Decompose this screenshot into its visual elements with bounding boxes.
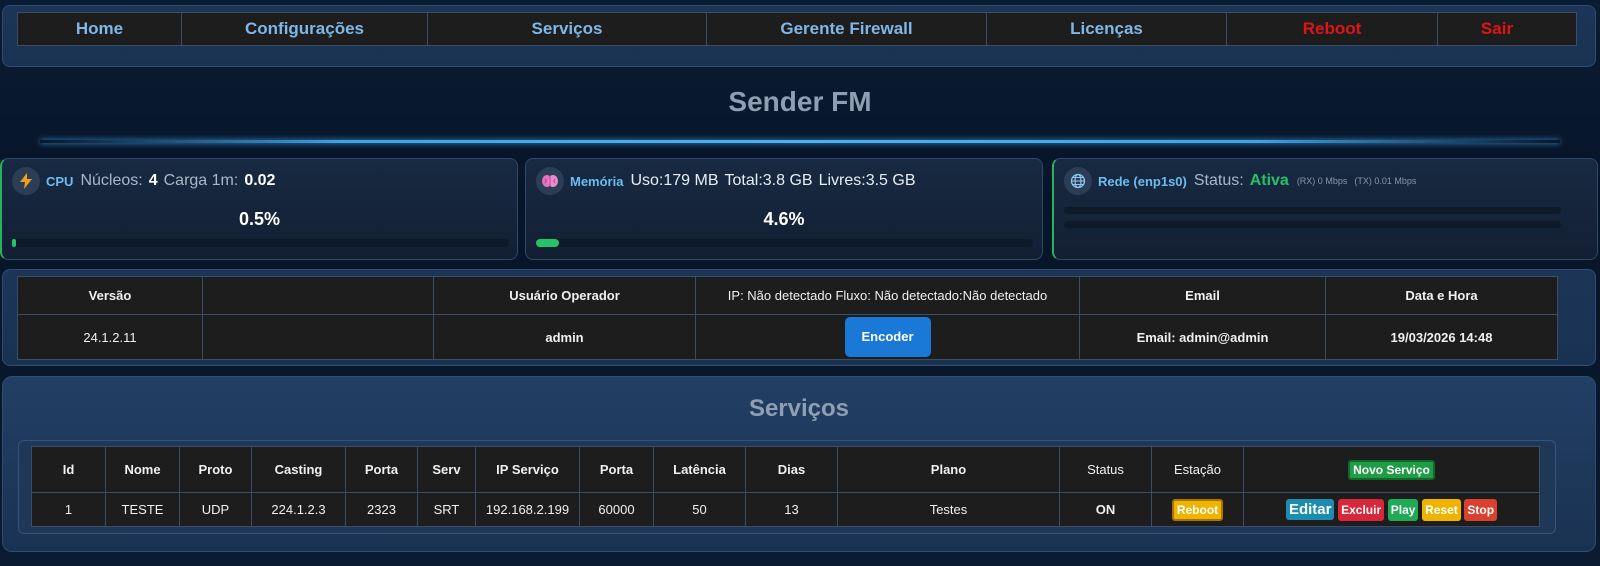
encoder-button[interactable]: Encoder bbox=[844, 317, 931, 357]
memory-percent: 4.6% bbox=[763, 209, 805, 229]
services-table-wrapper: Id Nome Proto Casting Porta Serv IP Serv… bbox=[18, 440, 1556, 534]
row-ip: 192.168.2.199 bbox=[475, 492, 580, 527]
network-rx: (RX) 0 Mbps bbox=[1296, 176, 1348, 186]
row-casting: 224.1.2.3 bbox=[251, 492, 346, 527]
memory-card: Memória Uso:179 MB Total:3.8 GB Livres:3… bbox=[525, 158, 1043, 260]
row-proto: UDP bbox=[179, 492, 252, 527]
row-porta: 2323 bbox=[345, 492, 418, 527]
cpu-load-label: Carga 1m: bbox=[163, 172, 239, 189]
row-porta-2: 60000 bbox=[579, 492, 654, 527]
station-reboot-button[interactable]: Reboot bbox=[1171, 498, 1224, 521]
services-header-row: Id Nome Proto Casting Porta Serv IP Serv… bbox=[31, 446, 1540, 493]
header-ip-fluxo: IP: Não detectado Fluxo: Não detectado:N… bbox=[695, 276, 1080, 315]
edit-button[interactable]: Editar bbox=[1285, 499, 1335, 520]
memory-usage: Uso:179 MB bbox=[630, 172, 719, 189]
network-card: Rede (enp1s0) Status: Ativa (RX) 0 Mbps … bbox=[1052, 158, 1598, 260]
nav-gerente-firewall[interactable]: Gerente Firewall bbox=[707, 13, 987, 45]
cpu-load-value: 0.02 bbox=[244, 172, 276, 189]
col-proto: Proto bbox=[179, 446, 252, 493]
cpu-percent: 0.5% bbox=[238, 209, 281, 229]
col-dias: Dias bbox=[745, 446, 838, 493]
info-panel: Versão Usuário Operador IP: Não detectad… bbox=[2, 269, 1596, 366]
services-title: Serviços bbox=[748, 395, 850, 422]
network-status-value: Ativa bbox=[1249, 172, 1289, 189]
user-value: admin bbox=[433, 314, 696, 360]
network-status-label: Status: bbox=[1193, 172, 1244, 189]
col-plano: Plano bbox=[837, 446, 1060, 493]
info-table: Versão Usuário Operador IP: Não detectad… bbox=[17, 276, 1558, 360]
lightning-icon bbox=[12, 167, 40, 195]
row-plano: Testes bbox=[837, 492, 1060, 527]
blank-value bbox=[202, 314, 434, 360]
network-label: Rede (enp1s0) bbox=[1098, 173, 1187, 189]
nav-reboot[interactable]: Reboot bbox=[1227, 13, 1438, 45]
services-table: Id Nome Proto Casting Porta Serv IP Serv… bbox=[31, 446, 1540, 527]
nav-configuracoes[interactable]: Configurações bbox=[182, 13, 428, 45]
col-nome: Nome bbox=[105, 446, 180, 493]
memory-label: Memória bbox=[570, 173, 624, 189]
page-title: Sender FM bbox=[728, 86, 872, 117]
stop-button[interactable]: Stop bbox=[1464, 498, 1498, 521]
col-serv: Serv bbox=[417, 446, 476, 493]
cpu-progress-fill bbox=[12, 239, 16, 247]
table-row: 1 TESTE UDP 224.1.2.3 2323 SRT 192.168.2… bbox=[31, 492, 1540, 527]
services-panel: Serviços Id Nome Proto Casting Porta Ser… bbox=[2, 376, 1596, 552]
col-ip-servico: IP Serviço bbox=[475, 446, 580, 493]
header-versao: Versão bbox=[17, 276, 203, 315]
title-divider bbox=[40, 140, 1560, 143]
network-tx: (TX) 0.01 Mbps bbox=[1354, 176, 1417, 186]
col-porta: Porta bbox=[345, 446, 418, 493]
delete-button[interactable]: Excluir bbox=[1338, 498, 1385, 521]
col-id: Id bbox=[31, 446, 106, 493]
row-estacao: Reboot bbox=[1151, 492, 1244, 527]
cpu-progress-track bbox=[12, 239, 509, 247]
col-casting: Casting bbox=[251, 446, 346, 493]
memory-total: Total:3.8 GB bbox=[724, 172, 813, 189]
header-usuario-operador: Usuário Operador bbox=[433, 276, 696, 315]
nav-home[interactable]: Home bbox=[18, 13, 182, 45]
encoder-cell: Encoder bbox=[695, 314, 1080, 360]
network-tx-bar bbox=[1064, 221, 1561, 228]
col-porta-2: Porta bbox=[579, 446, 654, 493]
memory-progress-track bbox=[536, 239, 1033, 247]
col-status: Status bbox=[1059, 446, 1152, 493]
nav-sair[interactable]: Sair bbox=[1438, 13, 1556, 45]
datetime-value: 19/03/2026 14:48 bbox=[1325, 314, 1558, 360]
memory-free: Livres:3.5 GB bbox=[818, 172, 916, 189]
email-value: Email: admin@admin bbox=[1079, 314, 1326, 360]
row-nome: TESTE bbox=[105, 492, 180, 527]
header-data-hora: Data e Hora bbox=[1325, 276, 1558, 315]
row-serv: SRT bbox=[417, 492, 476, 527]
top-nav: Home Configurações Serviços Gerente Fire… bbox=[17, 12, 1577, 46]
col-actions: Novo Serviço bbox=[1243, 446, 1540, 493]
cpu-cores-label: Núcleos: bbox=[80, 172, 143, 189]
globe-icon bbox=[1064, 167, 1092, 195]
nav-licencas[interactable]: Licenças bbox=[987, 13, 1227, 45]
row-latencia: 50 bbox=[653, 492, 746, 527]
cpu-cores-value: 4 bbox=[148, 172, 158, 189]
play-button[interactable]: Play bbox=[1387, 498, 1419, 521]
row-dias: 13 bbox=[745, 492, 838, 527]
version-value: 24.1.2.11 bbox=[17, 314, 203, 360]
network-rx-bar bbox=[1064, 207, 1561, 214]
col-estacao: Estação bbox=[1151, 446, 1244, 493]
header-blank bbox=[202, 276, 434, 315]
cpu-label: CPU bbox=[46, 173, 74, 189]
col-latencia: Latência bbox=[653, 446, 746, 493]
cpu-card: CPU Núcleos: 4 Carga 1m: 0.02 0.5% bbox=[0, 158, 518, 260]
nav-servicos[interactable]: Serviços bbox=[428, 13, 707, 45]
reset-button[interactable]: Reset bbox=[1422, 498, 1461, 521]
header-email: Email bbox=[1079, 276, 1326, 315]
row-id: 1 bbox=[31, 492, 106, 527]
row-actions: Editar Excluir Play Reset Stop bbox=[1243, 492, 1540, 527]
memory-progress-fill bbox=[536, 239, 559, 247]
row-status-badge: ON bbox=[1059, 492, 1152, 527]
new-service-button[interactable]: Novo Serviço bbox=[1348, 459, 1435, 480]
brain-icon bbox=[536, 167, 564, 195]
top-nav-panel: Home Configurações Serviços Gerente Fire… bbox=[2, 5, 1596, 67]
